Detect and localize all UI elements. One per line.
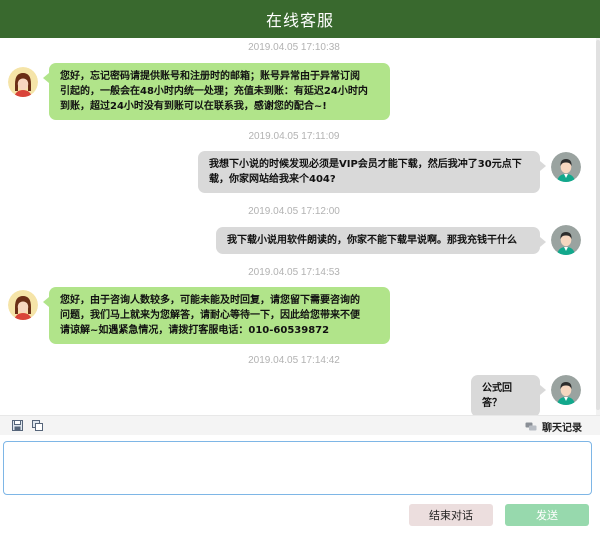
user-avatar-icon — [551, 152, 581, 182]
user-message-bubble: 我下载小说用软件朗读的，你家不能下载早说啊。那我充钱干什么 — [216, 227, 546, 254]
message-timestamp: 2019.04.05 17:14:53 — [248, 267, 340, 278]
agent-message-bubble: 您好，忘记密码请提供账号和注册时的邮箱；账号异常由于异常订阅 引起的，一般会在4… — [43, 63, 390, 120]
copy-icon[interactable] — [32, 420, 43, 431]
message-timestamp: 2019.04.05 17:11:09 — [248, 131, 340, 142]
agent-message-bubble: 您好，由于咨询人数较多，可能未能及时回复，请您留下需要咨询的 问题，我们马上就来… — [43, 287, 390, 344]
chat-bubbles-icon — [525, 422, 537, 430]
user-message-bubble: 我想下小说的时候发现必须是VIP会员才能下载，然后我冲了30元点下 载，你家网站… — [198, 151, 546, 193]
chat-history[interactable]: 2019.04.05 17:10:38 您好，忘记密码请提供账号和注册时的邮箱；… — [0, 38, 600, 415]
chat-toolbar: 聊天记录 — [0, 415, 600, 435]
user-avatar-icon — [551, 225, 581, 255]
message-timestamp: 2019.04.05 17:14:42 — [248, 355, 340, 366]
save-icon[interactable] — [12, 420, 23, 431]
page-title: 在线客服 — [265, 11, 334, 30]
chat-scrollbar[interactable] — [596, 38, 600, 415]
message-input[interactable] — [3, 441, 592, 495]
end-chat-button[interactable]: 结束对话 — [409, 504, 493, 526]
agent-avatar-icon — [8, 67, 38, 97]
send-button[interactable]: 发送 — [505, 504, 589, 526]
agent-avatar-icon — [8, 290, 38, 320]
chat-history-label: 聊天记录 — [542, 423, 582, 434]
scrollbar-thumb[interactable] — [596, 40, 600, 410]
user-message-bubble: 公式回答？ — [471, 375, 546, 415]
chat-header: 在线客服 — [0, 0, 600, 38]
user-avatar-icon — [551, 375, 581, 405]
chat-history-link[interactable]: 聊天记录 — [525, 419, 582, 434]
message-timestamp: 2019.04.05 17:10:38 — [248, 42, 340, 53]
message-timestamp: 2019.04.05 17:12:00 — [248, 206, 340, 217]
